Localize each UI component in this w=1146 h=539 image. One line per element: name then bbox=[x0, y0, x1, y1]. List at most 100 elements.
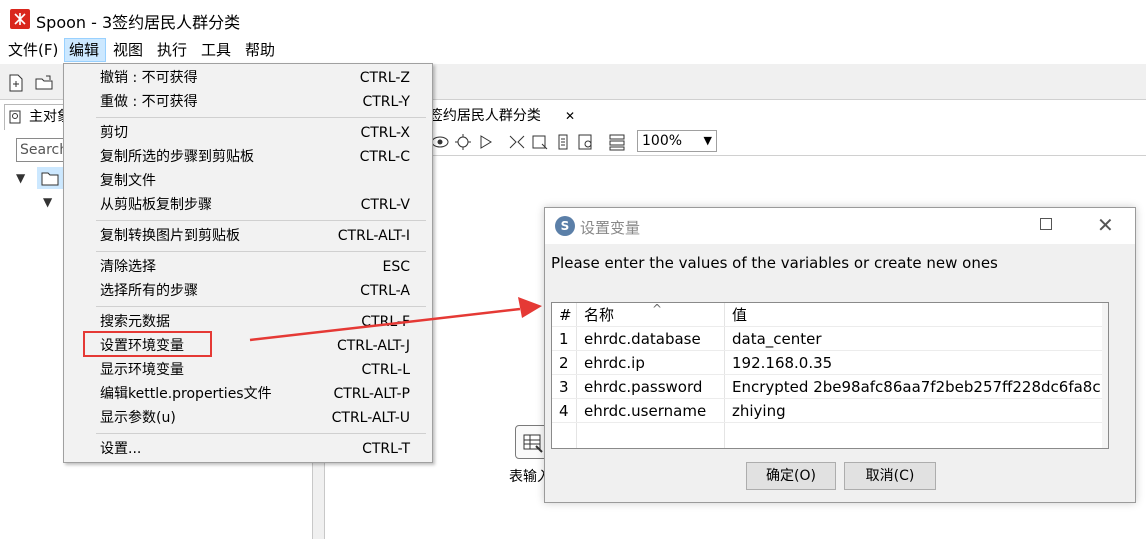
zoom-value: 100% bbox=[642, 133, 683, 149]
preview-eye-icon[interactable] bbox=[430, 132, 450, 152]
menu-item-undo-label: 撤销 : 不可获得 bbox=[100, 70, 198, 86]
menu-tools[interactable]: 工具 bbox=[201, 38, 231, 62]
sql-icon[interactable] bbox=[553, 132, 573, 152]
open-folder-icon[interactable] bbox=[34, 73, 54, 93]
menu-item-copy-steps-label: 复制所选的步骤到剪贴板 bbox=[100, 149, 254, 165]
menu-item-show-variables-shortcut: CTRL-L bbox=[361, 362, 410, 378]
menu-run[interactable]: 执行 bbox=[157, 38, 187, 62]
variable-value-cell[interactable]: Encrypted 2be98afc86aa7f2beb257ff228dc6f… bbox=[732, 375, 1101, 399]
table-row-empty[interactable] bbox=[552, 423, 1108, 447]
verify-icon[interactable] bbox=[507, 132, 527, 152]
menu-item-select-all[interactable]: 选择所有的步骤 CTRL-A bbox=[64, 279, 432, 303]
menu-item-select-all-shortcut: CTRL-A bbox=[360, 283, 410, 299]
menu-item-show-variables[interactable]: 显示环境变量 CTRL-L bbox=[64, 358, 432, 382]
variable-name-cell[interactable]: ehrdc.password bbox=[584, 375, 702, 399]
menu-item-set-variables-shortcut: CTRL-ALT-J bbox=[336, 338, 410, 354]
menu-item-select-all-label: 选择所有的步骤 bbox=[100, 283, 198, 299]
variable-name-cell[interactable]: ehrdc.ip bbox=[584, 351, 645, 375]
row-number: 2 bbox=[559, 354, 569, 372]
tab-transformation-label: 3签约居民人群分类 bbox=[420, 108, 541, 124]
menu-item-edit-properties-shortcut: CTRL-ALT-P bbox=[333, 386, 410, 402]
new-file-icon[interactable] bbox=[6, 73, 26, 93]
table-row[interactable]: 2 ehrdc.ip 192.168.0.35 bbox=[552, 351, 1108, 375]
menu-help[interactable]: 帮助 bbox=[245, 38, 275, 62]
menu-item-cut-label: 剪切 bbox=[100, 125, 128, 141]
replay-icon[interactable] bbox=[476, 132, 496, 152]
menu-item-clear-selection[interactable]: 清除选择 ESC bbox=[64, 255, 432, 279]
table-row[interactable]: 3 ehrdc.password Encrypted 2be98afc86aa7… bbox=[552, 375, 1108, 399]
menu-separator bbox=[96, 220, 426, 221]
cancel-button[interactable]: 取消(C) bbox=[844, 462, 936, 490]
maximize-icon[interactable] bbox=[1040, 218, 1052, 230]
dialog-message: Please enter the values of the variables… bbox=[551, 254, 998, 272]
layout-grid-icon[interactable] bbox=[607, 132, 627, 152]
menu-item-copy-image-shortcut: CTRL-ALT-I bbox=[337, 228, 410, 244]
menu-item-settings[interactable]: 设置... CTRL-T bbox=[64, 437, 432, 461]
menu-file[interactable]: 文件(F) bbox=[8, 38, 58, 62]
menu-item-copy-file[interactable]: 复制文件 bbox=[64, 169, 432, 193]
menu-item-cut[interactable]: 剪切 CTRL-X bbox=[64, 121, 432, 145]
dialog-titlebar: S 设置变量 ✕ bbox=[545, 208, 1135, 244]
variable-name-cell[interactable]: ehrdc.database bbox=[584, 327, 701, 351]
sort-caret-icon: ^ bbox=[652, 302, 663, 316]
menu-item-redo-label: 重做 : 不可获得 bbox=[100, 94, 198, 110]
table-header: # 名称 ^ 值 bbox=[552, 302, 1108, 327]
folder-icon bbox=[41, 172, 59, 186]
table-scrollbar[interactable] bbox=[1102, 303, 1108, 448]
set-variables-dialog: S 设置变量 ✕ Please enter the values of the … bbox=[544, 207, 1136, 503]
menu-item-paste-steps[interactable]: 从剪贴板复制步骤 CTRL-V bbox=[64, 193, 432, 217]
menu-view[interactable]: 视图 bbox=[113, 38, 143, 62]
menu-edit[interactable]: 编辑 bbox=[64, 38, 106, 62]
menu-item-undo[interactable]: 撤销 : 不可获得 CTRL-Z bbox=[64, 66, 432, 90]
impact-icon[interactable] bbox=[530, 132, 550, 152]
menu-item-edit-properties[interactable]: 编辑kettle.properties文件 CTRL-ALT-P bbox=[64, 382, 432, 406]
window-title: Spoon - 3签约居民人群分类 bbox=[36, 13, 241, 32]
highlight-box bbox=[83, 331, 212, 357]
menu-item-undo-shortcut: CTRL-Z bbox=[359, 70, 410, 86]
variable-value-cell[interactable]: 192.168.0.35 bbox=[732, 351, 832, 375]
menu-item-paste-steps-shortcut: CTRL-V bbox=[360, 197, 410, 213]
menu-item-paste-steps-label: 从剪贴板复制步骤 bbox=[100, 197, 212, 213]
menu-separator bbox=[96, 306, 426, 307]
menu-item-redo[interactable]: 重做 : 不可获得 CTRL-Y bbox=[64, 90, 432, 114]
zoom-select[interactable]: 100% ▼ bbox=[637, 130, 717, 152]
spoon-app-icon bbox=[10, 9, 30, 29]
ok-button[interactable]: 确定(O) bbox=[746, 462, 836, 490]
menu-item-copy-steps-shortcut: CTRL-C bbox=[359, 149, 410, 165]
menu-item-show-arguments[interactable]: 显示参数(u) CTRL-ALT-U bbox=[64, 406, 432, 430]
menu-item-cut-shortcut: CTRL-X bbox=[360, 125, 410, 141]
window-titlebar: Spoon - 3签约居民人群分类 bbox=[0, 0, 1146, 38]
explore-db-icon[interactable] bbox=[576, 132, 596, 152]
table-row[interactable]: 1 ehrdc.database data_center bbox=[552, 327, 1108, 351]
menu-bar: 文件(F) 编辑 视图 执行 工具 帮助 bbox=[0, 38, 1146, 64]
dialog-title: 设置变量 bbox=[580, 219, 641, 237]
tab-transformation[interactable]: 3签约居民人群分类 ✕ bbox=[420, 104, 580, 128]
search-doc-icon bbox=[9, 110, 21, 124]
table-row[interactable]: 4 ehrdc.username zhiying bbox=[552, 399, 1108, 423]
column-header-name[interactable]: 名称 bbox=[584, 303, 614, 327]
edit-menu-dropdown: 撤销 : 不可获得 CTRL-Z 重做 : 不可获得 CTRL-Y 剪切 CTR… bbox=[63, 63, 433, 463]
chevron-down-icon[interactable]: ▼ bbox=[16, 171, 25, 185]
menu-item-settings-shortcut: CTRL-T bbox=[362, 441, 410, 457]
menu-item-copy-steps[interactable]: 复制所选的步骤到剪贴板 CTRL-C bbox=[64, 145, 432, 169]
row-number: 3 bbox=[559, 378, 569, 396]
column-header-num[interactable]: # bbox=[559, 303, 572, 327]
menu-separator bbox=[96, 117, 426, 118]
menu-item-show-arguments-label: 显示参数(u) bbox=[100, 410, 176, 426]
variable-value-cell[interactable]: data_center bbox=[732, 327, 822, 351]
row-number: 4 bbox=[559, 402, 569, 420]
variables-table: # 名称 ^ 值 1 ehrdc.database data_center 2 … bbox=[551, 302, 1109, 449]
close-tab-icon[interactable]: ✕ bbox=[565, 104, 575, 128]
variable-value-cell[interactable]: zhiying bbox=[732, 399, 786, 423]
close-icon[interactable]: ✕ bbox=[1097, 213, 1114, 237]
menu-item-clear-selection-label: 清除选择 bbox=[100, 259, 156, 275]
editor-toolbar bbox=[325, 128, 1146, 156]
menu-item-show-arguments-shortcut: CTRL-ALT-U bbox=[331, 410, 410, 426]
menu-item-redo-shortcut: CTRL-Y bbox=[362, 94, 410, 110]
chevron-down-icon[interactable]: ▼ bbox=[43, 195, 52, 209]
variable-name-cell[interactable]: ehrdc.username bbox=[584, 399, 706, 423]
menu-item-copy-image[interactable]: 复制转换图片到剪贴板 CTRL-ALT-I bbox=[64, 224, 432, 248]
chevron-down-icon: ▼ bbox=[703, 134, 712, 147]
column-header-value[interactable]: 值 bbox=[732, 303, 747, 327]
debug-icon[interactable] bbox=[453, 132, 473, 152]
